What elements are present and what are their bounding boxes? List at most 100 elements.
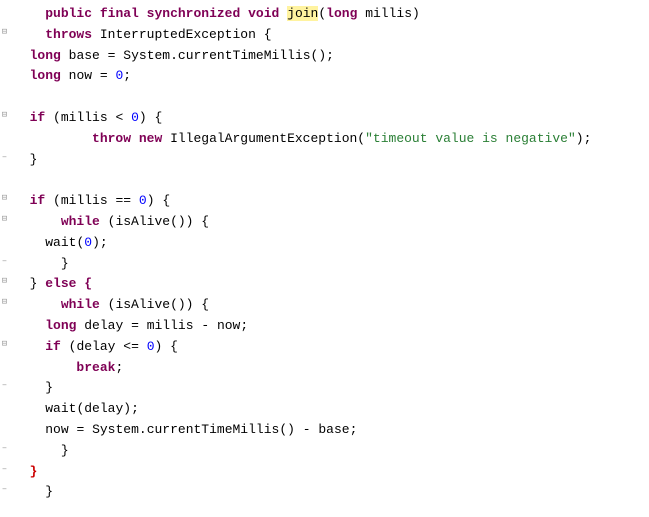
keyword: throws <box>45 27 92 42</box>
paren: ) <box>186 214 194 229</box>
type: long <box>45 318 76 333</box>
method-call: isAlive <box>115 297 170 312</box>
code-line <box>0 87 649 108</box>
keyword: if <box>30 110 46 125</box>
paren: () <box>170 214 186 229</box>
brace: } <box>30 276 38 291</box>
brace: } <box>30 152 38 167</box>
op: - <box>303 422 311 437</box>
keyword: final <box>100 6 139 21</box>
paren: ) <box>186 297 194 312</box>
code-line: long base = System.currentTimeMillis(); <box>0 46 649 67</box>
code-line: wait(delay); <box>0 399 649 420</box>
op: = <box>131 318 139 333</box>
brace: { <box>155 110 163 125</box>
semi: ; <box>123 68 131 83</box>
code-line: ⊟ if (millis == 0) { <box>0 191 649 212</box>
code-line <box>0 170 649 191</box>
paren: ) <box>147 193 155 208</box>
fold-icon[interactable]: ⊟ <box>0 111 9 120</box>
code-line: ⊟ if (millis < 0) { <box>0 108 649 129</box>
method-call: wait <box>45 235 76 250</box>
paren: ( <box>53 110 61 125</box>
dot: . <box>170 48 178 63</box>
fold-icon[interactable]: ⊟ <box>0 298 9 307</box>
op: < <box>115 110 123 125</box>
semi: ; <box>115 360 123 375</box>
paren: () <box>311 48 327 63</box>
code-line: ⊟ throws InterruptedException { <box>0 25 649 46</box>
fold-end-icon[interactable]: – <box>0 257 9 266</box>
var: now <box>45 422 68 437</box>
dot: . <box>139 422 147 437</box>
op: <= <box>123 339 139 354</box>
code-line: now = System.currentTimeMillis() - base; <box>0 420 649 441</box>
code-line: ⊟ } else { <box>0 274 649 295</box>
number: 0 <box>147 339 155 354</box>
paren: ) <box>139 110 147 125</box>
keyword: synchronized <box>147 6 241 21</box>
class-ref: System <box>123 48 170 63</box>
code-line: – } <box>0 482 649 503</box>
fold-icon[interactable]: ⊟ <box>0 215 9 224</box>
code-line: – } <box>0 441 649 462</box>
keyword: if <box>45 339 61 354</box>
fold-icon[interactable]: ⊟ <box>0 340 9 349</box>
code-editor: public final synchronized void join ( long… <box>0 0 649 503</box>
var: base <box>69 48 100 63</box>
number: 0 <box>84 235 92 250</box>
brace: { <box>84 276 92 291</box>
fold-end-icon[interactable]: – <box>0 381 9 390</box>
brace: } <box>61 443 69 458</box>
fold-end-icon[interactable]: – <box>0 485 9 494</box>
semi: ; <box>240 318 248 333</box>
fold-end-icon[interactable]: – <box>0 153 9 162</box>
code-line: ⊟ if (delay <= 0) { <box>0 337 649 358</box>
paren: ( <box>53 193 61 208</box>
semi: ; <box>350 422 358 437</box>
code-line: – } <box>0 150 649 171</box>
keyword: else <box>45 276 76 291</box>
method-call: wait <box>45 401 76 416</box>
semi: ; <box>326 48 334 63</box>
brace: } <box>45 484 53 499</box>
method-name: join <box>287 6 318 21</box>
paren: ) <box>412 6 420 21</box>
semi: ; <box>100 235 108 250</box>
class-ref: IllegalArgumentException <box>170 131 357 146</box>
code-line: ⊟ while (isAlive()) { <box>0 212 649 233</box>
method-call: isAlive <box>115 214 170 229</box>
op: = <box>108 48 116 63</box>
keyword: while <box>61 297 100 312</box>
brace: } <box>45 380 53 395</box>
fold-icon[interactable]: ⊟ <box>0 277 9 286</box>
paren: ) <box>155 339 163 354</box>
var: base <box>318 422 349 437</box>
paren: () <box>170 297 186 312</box>
op: == <box>115 193 131 208</box>
fold-icon[interactable]: ⊟ <box>0 28 9 37</box>
fold-icon[interactable]: ⊟ <box>0 194 9 203</box>
brace: } <box>30 464 38 479</box>
class-ref: System <box>92 422 139 437</box>
param: millis <box>365 6 412 21</box>
code-line: long delay = millis - now; <box>0 316 649 337</box>
op: - <box>201 318 209 333</box>
paren: ) <box>123 401 131 416</box>
code-line: ⊟ while (isAlive()) { <box>0 295 649 316</box>
var: millis <box>147 318 194 333</box>
op: = <box>100 68 108 83</box>
keyword: public <box>45 6 92 21</box>
code-line: public final synchronized void join(long… <box>0 4 649 25</box>
var: now <box>217 318 240 333</box>
fold-end-icon[interactable]: – <box>0 465 9 474</box>
keyword: if <box>30 193 46 208</box>
op: = <box>76 422 84 437</box>
keyword: void <box>248 6 279 21</box>
code-line: wait(0); <box>0 233 649 254</box>
brace: } <box>61 256 69 271</box>
type: long <box>326 6 357 21</box>
var: millis <box>61 110 108 125</box>
fold-end-icon[interactable]: – <box>0 444 9 453</box>
code-line: break; <box>0 358 649 379</box>
